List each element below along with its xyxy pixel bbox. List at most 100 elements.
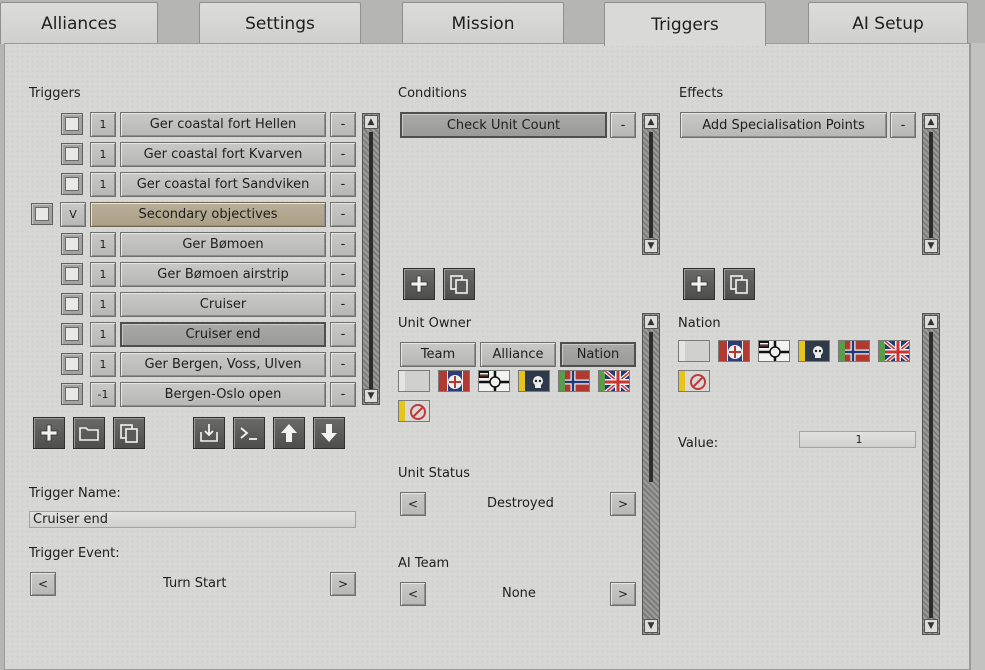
trigger-checkbox[interactable]	[61, 383, 83, 405]
owner-team-button[interactable]: Team	[400, 342, 476, 367]
scroll-track[interactable]	[369, 132, 373, 390]
trigger-item[interactable]: Ger Bergen, Voss, Ulven	[120, 352, 326, 377]
scroll-track[interactable]	[929, 332, 933, 618]
scroll-up-arrow[interactable]: ▲	[644, 315, 658, 329]
unit-status-next-button[interactable]: >	[610, 492, 636, 516]
add-condition-button[interactable]	[403, 268, 435, 300]
scroll-down-arrow[interactable]: ▼	[644, 619, 658, 633]
trigger-count[interactable]: V	[60, 202, 86, 227]
unit-status-prev-button[interactable]: <	[400, 492, 426, 516]
trigger-item[interactable]: Ger coastal fort Sandviken	[120, 172, 326, 197]
scroll-down-arrow[interactable]: ▼	[644, 239, 658, 253]
remove-trigger-button[interactable]: -	[330, 292, 356, 317]
flag-german-icon[interactable]	[758, 340, 790, 362]
flag-white-icon[interactable]	[398, 370, 430, 392]
trigger-count[interactable]: 1	[90, 112, 116, 137]
trigger-count[interactable]: 1	[90, 262, 116, 287]
trigger-event-prev-button[interactable]: <	[30, 572, 56, 596]
tab-settings[interactable]: Settings	[199, 2, 361, 44]
move-down-button[interactable]	[313, 417, 345, 449]
import-button[interactable]	[193, 417, 225, 449]
flag-norway-icon[interactable]	[838, 340, 870, 362]
trigger-event-next-button[interactable]: >	[330, 572, 356, 596]
remove-trigger-button[interactable]: -	[330, 142, 356, 167]
trigger-checkbox[interactable]	[61, 113, 83, 135]
remove-trigger-button[interactable]: -	[330, 202, 356, 227]
scroll-track[interactable]	[649, 332, 653, 482]
flag-skull-yellow-icon[interactable]	[798, 340, 830, 362]
flag-uk-icon[interactable]	[598, 370, 630, 392]
copy-effect-button[interactable]	[723, 268, 755, 300]
console-button[interactable]	[233, 417, 265, 449]
ai-team-next-button[interactable]: >	[610, 582, 636, 606]
condition-item[interactable]: Check Unit Count	[400, 112, 607, 138]
flag-british-red-icon[interactable]	[438, 370, 470, 392]
scroll-track[interactable]	[929, 132, 933, 238]
scroll-up-arrow[interactable]: ▲	[924, 315, 938, 329]
copy-condition-button[interactable]	[443, 268, 475, 300]
remove-trigger-button[interactable]: -	[330, 112, 356, 137]
remove-trigger-button[interactable]: -	[330, 232, 356, 257]
flag-none-yellow-icon[interactable]	[678, 370, 710, 392]
trigger-count[interactable]: 1	[90, 292, 116, 317]
effect-item[interactable]: Add Specialisation Points	[680, 112, 887, 138]
trigger-name-input[interactable]: Cruiser end	[29, 511, 356, 528]
effects-scrollbar[interactable]: ▲ ▼	[922, 113, 940, 255]
remove-condition-button[interactable]: -	[610, 112, 636, 138]
trigger-count[interactable]: 1	[90, 142, 116, 167]
tab-mission[interactable]: Mission	[402, 2, 564, 44]
trigger-group-item[interactable]: Secondary objectives	[90, 202, 326, 227]
trigger-checkbox[interactable]	[61, 173, 83, 195]
scroll-up-arrow[interactable]: ▲	[924, 115, 938, 129]
trigger-count[interactable]: 1	[90, 232, 116, 257]
scroll-track[interactable]	[649, 132, 653, 238]
trigger-checkbox[interactable]	[61, 293, 83, 315]
scroll-down-arrow[interactable]: ▼	[924, 239, 938, 253]
trigger-count[interactable]: -1	[90, 382, 116, 407]
flag-norway-icon[interactable]	[558, 370, 590, 392]
remove-trigger-button[interactable]: -	[330, 382, 356, 407]
trigger-count[interactable]: 1	[90, 322, 116, 347]
trigger-item[interactable]: Cruiser	[120, 292, 326, 317]
trigger-item[interactable]: Cruiser end	[120, 322, 326, 347]
move-up-button[interactable]	[273, 417, 305, 449]
tab-triggers[interactable]: Triggers	[604, 2, 766, 46]
add-folder-button[interactable]	[73, 417, 105, 449]
scroll-up-arrow[interactable]: ▲	[364, 115, 378, 129]
remove-trigger-button[interactable]: -	[330, 352, 356, 377]
owner-alliance-button[interactable]: Alliance	[480, 342, 556, 367]
trigger-checkbox[interactable]	[61, 233, 83, 255]
remove-trigger-button[interactable]: -	[330, 172, 356, 197]
scroll-down-arrow[interactable]: ▼	[924, 619, 938, 633]
trigger-count[interactable]: 1	[90, 352, 116, 377]
trigger-count[interactable]: 1	[90, 172, 116, 197]
scroll-up-arrow[interactable]: ▲	[644, 115, 658, 129]
trigger-item[interactable]: Bergen-Oslo open	[120, 382, 326, 407]
ai-team-prev-button[interactable]: <	[400, 582, 426, 606]
remove-effect-button[interactable]: -	[890, 112, 916, 138]
tab-ai-setup[interactable]: AI Setup	[808, 2, 968, 44]
flag-none-yellow-icon[interactable]	[398, 400, 430, 422]
trigger-item[interactable]: Ger Bømoen airstrip	[120, 262, 326, 287]
add-trigger-button[interactable]	[33, 417, 65, 449]
trigger-item[interactable]: Ger coastal fort Kvarven	[120, 142, 326, 167]
flag-german-icon[interactable]	[478, 370, 510, 392]
trigger-checkbox[interactable]	[61, 263, 83, 285]
add-effect-button[interactable]	[683, 268, 715, 300]
condition-details-scrollbar[interactable]: ▲ ▼	[642, 313, 660, 635]
remove-trigger-button[interactable]: -	[330, 322, 356, 347]
trigger-checkbox[interactable]	[31, 203, 53, 225]
remove-trigger-button[interactable]: -	[330, 262, 356, 287]
trigger-checkbox[interactable]	[61, 143, 83, 165]
owner-nation-button[interactable]: Nation	[560, 342, 636, 367]
flag-skull-yellow-icon[interactable]	[518, 370, 550, 392]
trigger-item[interactable]: Ger Bømoen	[120, 232, 326, 257]
triggers-scrollbar[interactable]: ▲ ▼	[362, 113, 380, 405]
trigger-checkbox[interactable]	[61, 323, 83, 345]
trigger-checkbox[interactable]	[61, 353, 83, 375]
flag-british-red-icon[interactable]	[718, 340, 750, 362]
tab-alliances[interactable]: Alliances	[0, 2, 158, 44]
effect-details-scrollbar[interactable]: ▲ ▼	[922, 313, 940, 635]
value-input[interactable]: 1	[799, 431, 916, 448]
conditions-scrollbar[interactable]: ▲ ▼	[642, 113, 660, 255]
